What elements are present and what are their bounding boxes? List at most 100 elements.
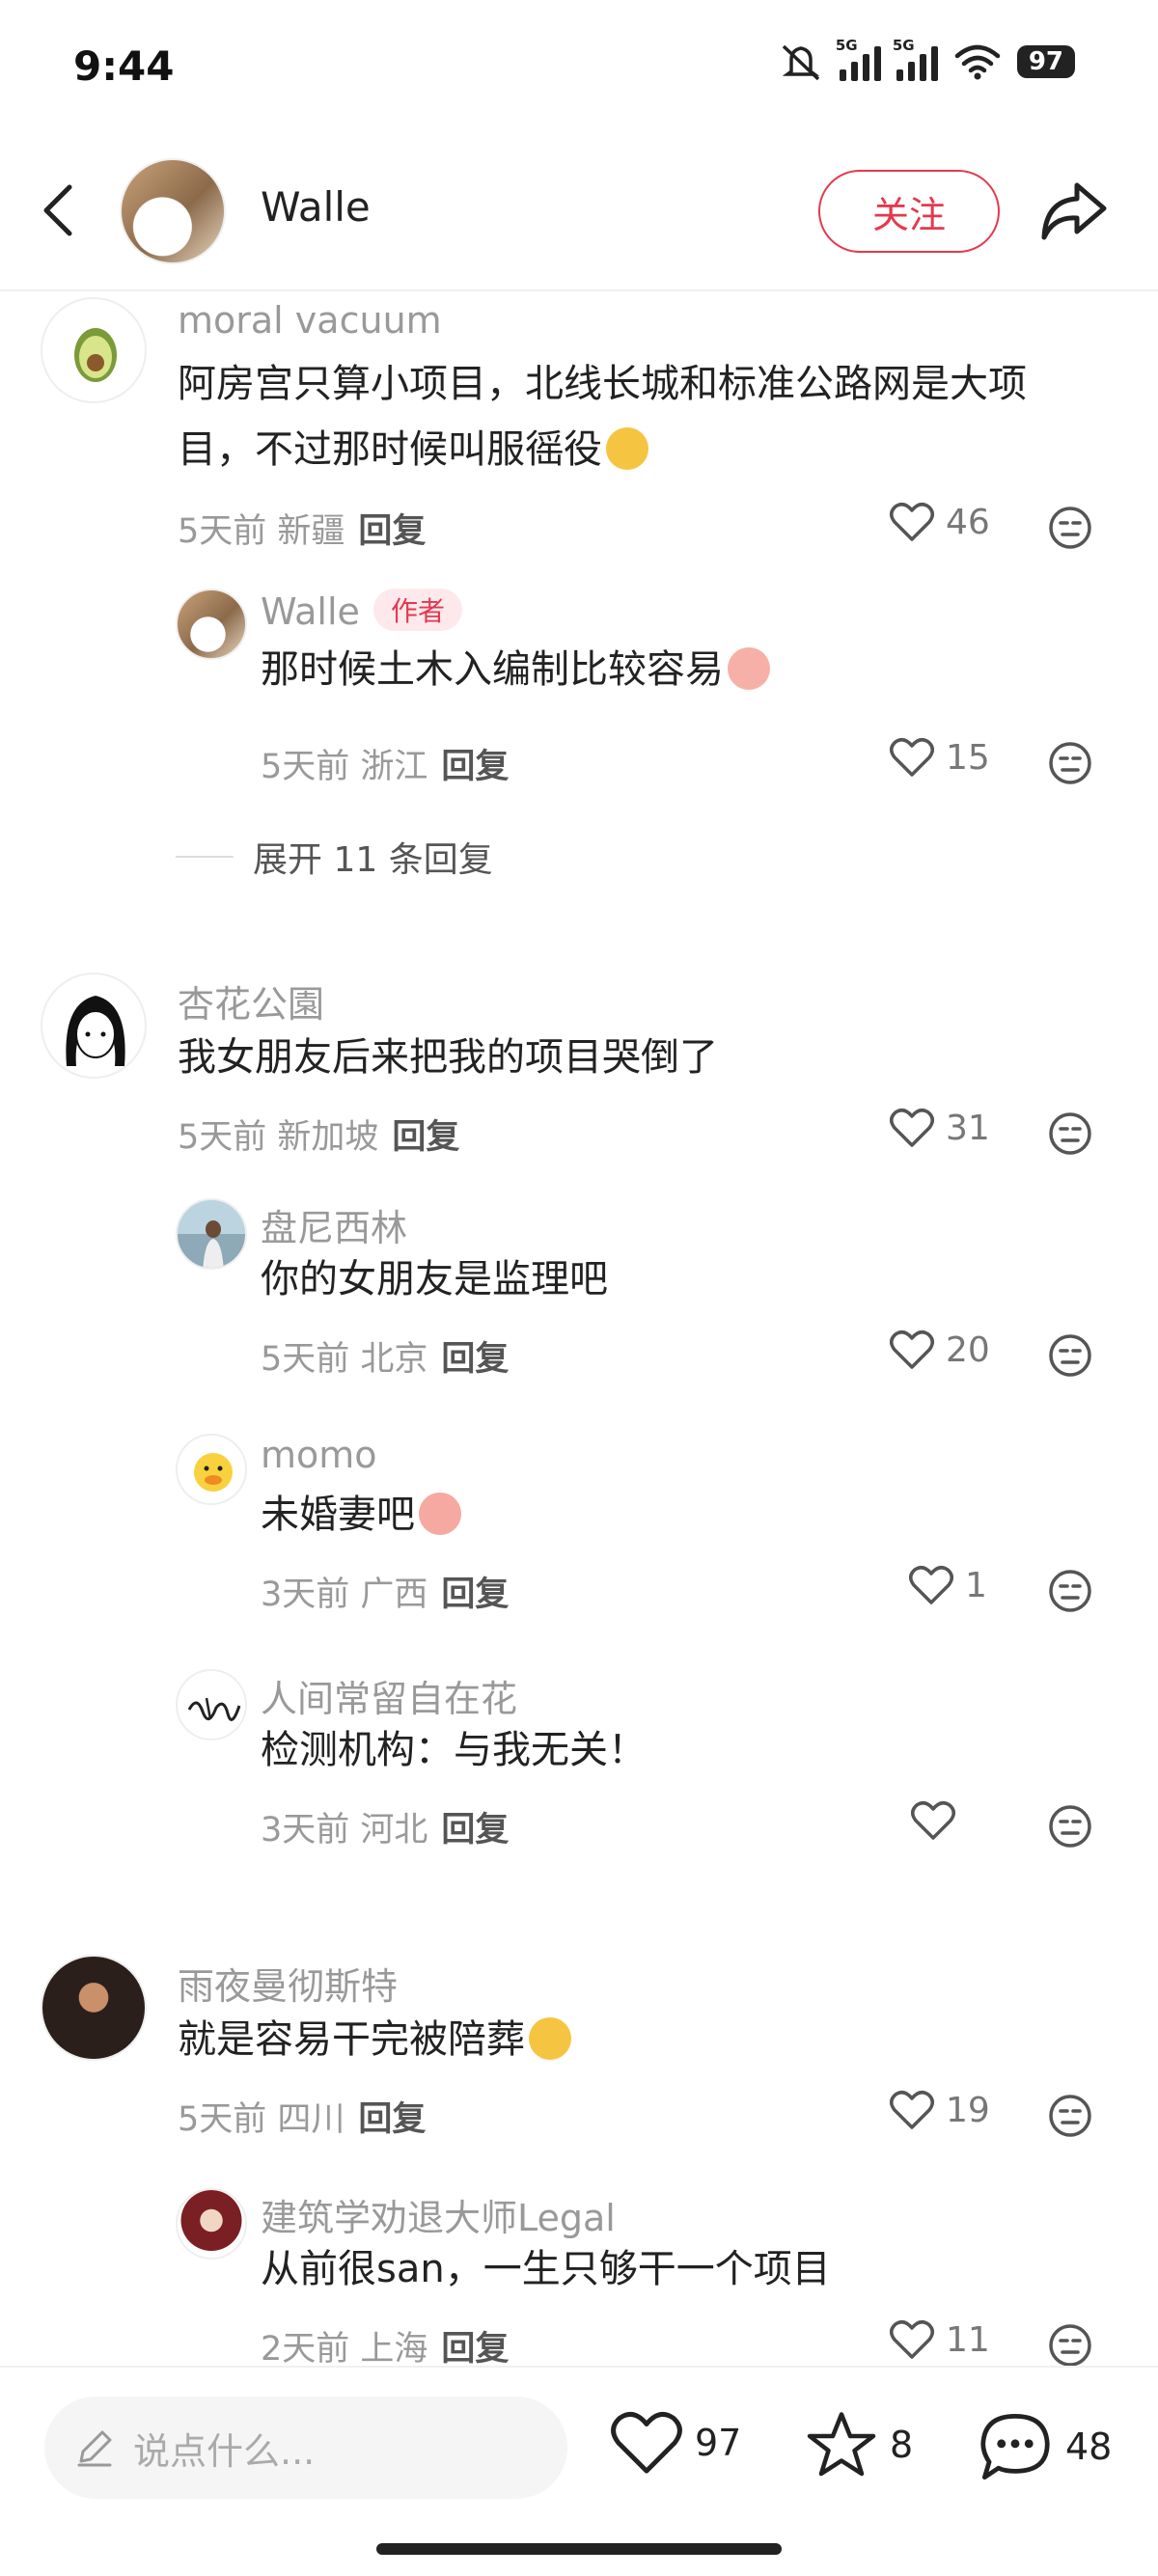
comment-bubble-icon	[980, 2413, 1050, 2480]
reply-button[interactable]: 回复	[441, 748, 509, 786]
user-avatar[interactable]	[176, 1669, 247, 1740]
star-icon	[807, 2412, 876, 2477]
like-count: 20	[946, 1329, 990, 1370]
comment-username[interactable]: Walle 作者	[261, 589, 462, 633]
comment-meta: 3天前 广西 回复	[261, 1567, 509, 1616]
comment-username[interactable]: 雨夜曼彻斯特	[178, 1957, 398, 2010]
user-avatar[interactable]	[176, 589, 247, 660]
follow-button[interactable]: 关注	[818, 170, 1000, 253]
expand-replies-button[interactable]: 展开 11 条回复	[176, 832, 493, 882]
comment-time-location: 3天前 河北	[261, 1811, 428, 1850]
comment-text-content: 你的女朋友是监理吧	[261, 1257, 608, 1302]
user-avatar[interactable]	[41, 297, 147, 403]
comment-meta: 3天前 河北 回复	[261, 1802, 509, 1851]
comment-text-content: 我女朋友后来把我的项目哭倒了	[178, 1035, 718, 1080]
comment-username[interactable]: moral vacuum	[178, 299, 442, 342]
comment-username[interactable]: 人间常留自在花	[261, 1669, 517, 1722]
user-avatar[interactable]	[176, 1434, 247, 1505]
emoji-icon	[728, 647, 770, 690]
share-icon[interactable]	[1038, 174, 1112, 247]
network-type-2: 5G	[892, 37, 915, 54]
comment-text-content: 就是容易干完被陪葬	[178, 2017, 525, 2062]
reply-button[interactable]: 回复	[441, 1340, 509, 1379]
author-avatar[interactable]	[120, 158, 226, 264]
comment-text: 就是容易干完被陪葬	[178, 2007, 1085, 2072]
like-button[interactable]: 20	[890, 1329, 990, 1370]
author-name[interactable]: Walle	[261, 183, 371, 231]
comment-username[interactable]: 建筑学劝退大师Legal	[261, 2188, 616, 2241]
like-button[interactable]: 15	[890, 737, 990, 778]
emoji-react-icon[interactable]	[1048, 741, 1092, 785]
emoji-react-icon[interactable]	[1048, 506, 1092, 550]
emoji-react-icon[interactable]	[1048, 2323, 1092, 2366]
comment-text-content: 阿房宫只算小项目，北线长城和标准公路网是大项目，不过那时候叫服徭役	[178, 362, 1027, 472]
comment-text-content: 从前很san，一生只够干一个项目	[261, 2247, 831, 2291]
back-arrow-icon[interactable]	[35, 181, 83, 239]
like-post-button[interactable]: 97	[610, 2410, 741, 2476]
user-avatar[interactable]	[176, 2188, 247, 2260]
reply-button[interactable]: 回复	[358, 2100, 426, 2139]
comment-list[interactable]: moral vacuum 阿房宫只算小项目，北线长城和标准公路网是大项目，不过那…	[0, 291, 1158, 2366]
like-button[interactable]: 19	[890, 2090, 990, 2130]
wifi-icon	[954, 44, 1001, 80]
emoji-react-icon[interactable]	[1048, 2094, 1092, 2138]
post-header: Walle 关注	[0, 145, 1158, 291]
network-type-1: 5G	[835, 37, 858, 54]
expand-divider	[176, 856, 234, 858]
heart-icon	[890, 2091, 934, 2129]
calligraphy-icon	[187, 1697, 241, 1721]
comment-text-content: 那时候土木入编制比较容易	[261, 647, 724, 692]
comment-meta: 5天前 新疆 回复	[178, 504, 426, 553]
comment-time-location: 5天前 新加坡	[178, 1118, 379, 1157]
comment-text: 检测机构：与我无关！	[261, 1717, 1158, 1783]
comment-text: 从前很san，一生只够干一个项目	[261, 2236, 1158, 2302]
emoji-react-icon[interactable]	[1048, 1333, 1092, 1378]
status-time: 9:44	[73, 42, 175, 90]
reply-button[interactable]: 回复	[441, 1811, 509, 1850]
like-count: 11	[946, 2319, 990, 2360]
comment-username[interactable]: 杏花公園	[178, 974, 324, 1028]
user-avatar[interactable]	[41, 1955, 147, 2061]
reply-button[interactable]: 回复	[441, 1576, 509, 1614]
reply-button[interactable]: 回复	[441, 2330, 509, 2366]
like-button[interactable]: 1	[909, 1565, 987, 1605]
comment-username[interactable]: 盘尼西林	[261, 1198, 407, 1251]
anime-girl-icon	[66, 996, 125, 1066]
signal-icon-2: 5G	[893, 37, 938, 81]
reply-button[interactable]: 回复	[358, 512, 426, 551]
like-button[interactable]: 31	[890, 1108, 990, 1148]
comment-text: 你的女朋友是监理吧	[261, 1247, 1158, 1312]
like-button[interactable]: 46	[890, 502, 990, 542]
heart-icon	[890, 2320, 934, 2359]
expand-replies-label: 展开 11 条回复	[253, 840, 493, 880]
heart-icon	[890, 1109, 934, 1147]
heart-icon	[911, 1801, 955, 1840]
reply-button[interactable]: 回复	[392, 1118, 459, 1157]
pencil-icon	[77, 2430, 112, 2467]
comments-button[interactable]: 48	[977, 2410, 1112, 2483]
battery-indicator: 97	[1016, 45, 1075, 78]
crying-emoji-icon	[419, 1493, 461, 1535]
heart-icon	[890, 1330, 934, 1369]
emoji-icon	[529, 2017, 571, 2060]
emoji-react-icon[interactable]	[1048, 1569, 1092, 1613]
like-count: 1	[965, 1565, 987, 1605]
comment-time-location: 5天前 新疆	[178, 512, 345, 551]
mute-icon	[782, 44, 820, 81]
comment-username[interactable]: momo	[261, 1434, 377, 1476]
comment-time-location: 2天前 上海	[261, 2330, 428, 2366]
user-avatar[interactable]	[176, 1198, 247, 1270]
home-indicator[interactable]	[376, 2543, 782, 2555]
like-button[interactable]: 11	[890, 2319, 990, 2360]
comment-text-content: 未婚妻吧	[261, 1493, 415, 1537]
comment-input[interactable]: 说点什么...	[44, 2397, 567, 2499]
user-avatar[interactable]	[41, 973, 147, 1079]
emoji-react-icon[interactable]	[1048, 1804, 1092, 1849]
comment-text: 未婚妻吧	[261, 1482, 1158, 1548]
person-silhouette-icon	[203, 1220, 224, 1268]
favorite-button[interactable]: 8	[805, 2410, 913, 2480]
like-button[interactable]	[911, 1800, 967, 1841]
emoji-react-icon[interactable]	[1048, 1111, 1092, 1156]
status-bar: 9:44 5G 5G 97	[0, 0, 1158, 145]
duck-icon	[194, 1453, 233, 1492]
